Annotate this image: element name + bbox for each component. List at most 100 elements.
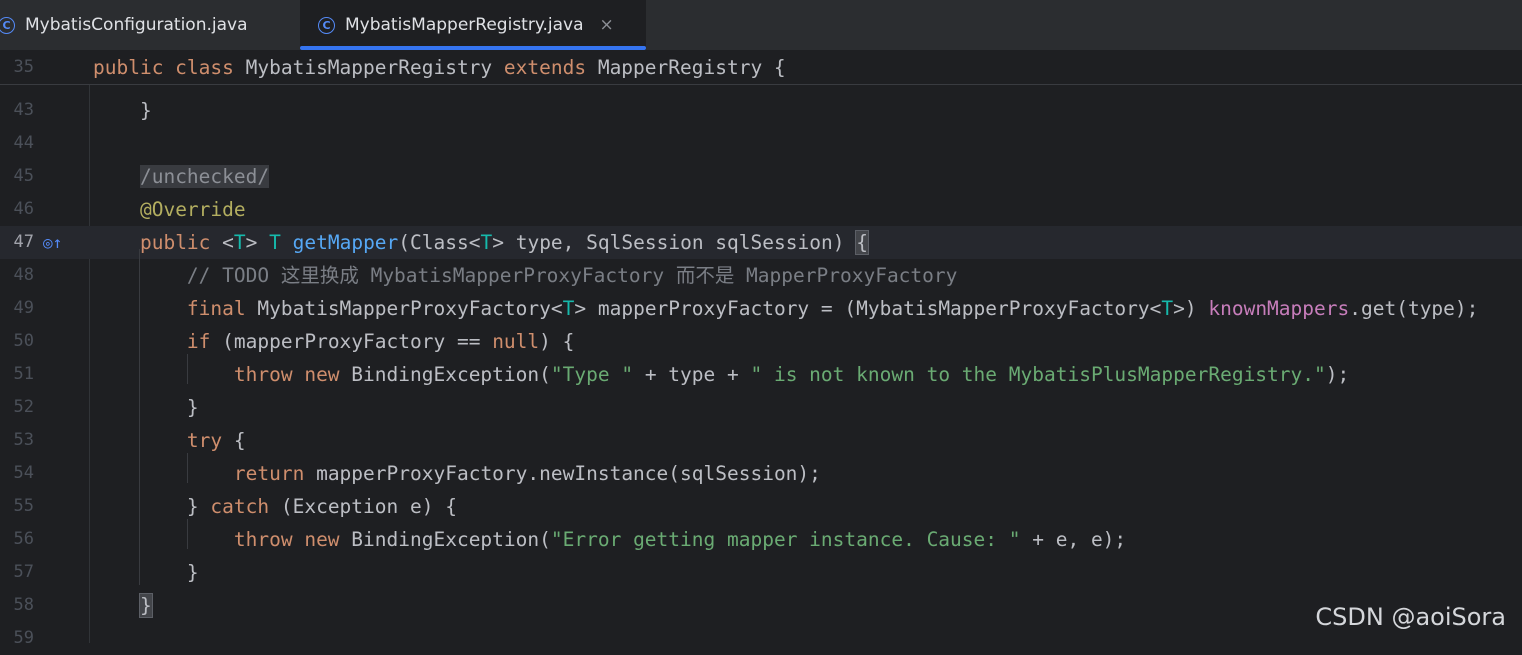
code-token: /unchecked/ [139,165,270,188]
code-line[interactable]: 55 } catch (Exception e) { [0,490,1522,523]
code-token: mapperProxyFactory.newInstance(sqlSessio… [316,462,821,485]
code-text: } [93,589,153,622]
code-token: { [855,230,869,255]
code-token: .get(type); [1349,297,1479,320]
line-number: 58 [13,595,34,615]
code-token: > type, SqlSession sqlSession) [492,231,857,254]
code-line[interactable]: 54 return mapperProxyFactory.newInstance… [0,457,1522,490]
tab-mybatis-mapper-registry[interactable]: C MybatisMapperRegistry.java × [300,0,646,50]
line-number: 57 [13,562,34,582]
code-token: T [269,231,293,254]
code-line[interactable]: 57 } [0,556,1522,589]
code-token: null [492,330,540,353]
code-token: "Type " [550,363,634,386]
code-line[interactable]: 56 throw new BindingException("Error get… [0,523,1522,556]
editor-tab-bar: C MybatisConfiguration.java C MybatisMap… [0,0,1522,51]
code-token: return [233,462,317,485]
code-text: return mapperProxyFactory.newInstance(sq… [93,457,821,490]
tab-label: MybatisConfiguration.java [25,15,248,35]
code-token: } [93,99,152,122]
code-token: >) [1173,297,1209,320]
java-class-icon: C [318,16,335,34]
line-number: 43 [13,100,34,120]
line-number: 51 [13,364,34,384]
code-text: public <T> T getMapper(Class<T> type, Sq… [93,226,869,259]
code-editor[interactable]: 35 public class MybatisMapperRegistry ext… [0,51,1522,648]
code-token: { [233,429,246,452]
code-token: // TODO 这里换成 MybatisMapperProxyFactory 而… [186,264,958,287]
code-token: throw new [233,363,352,386]
close-tab-icon[interactable]: × [600,15,614,35]
code-token: MybatisMapperRegistry [245,56,504,79]
implements-method-gutter-icon[interactable]: ◎↑ [43,226,62,259]
code-token: "Error getting mapper instance. Cause: " [550,528,1021,551]
code-text: throw new BindingException("Type " + typ… [93,358,1349,391]
code-token: + type + [633,363,751,386]
line-number: 52 [13,397,34,417]
code-token: ); [1325,363,1350,386]
code-token: (mapperProxyFactory == [222,330,493,353]
code-token: } [93,495,211,518]
code-line[interactable]: 52 } [0,391,1522,424]
code-token: (Exception e) { [280,495,457,518]
code-token: if [186,330,223,353]
code-token: ) { [539,330,575,353]
code-line[interactable]: 47 ◎↑ public <T> T getMapper(Class<T> typ… [0,226,1522,259]
code-line[interactable]: 50 if (mapperProxyFactory == null) { [0,325,1522,358]
indent-guide [139,249,140,585]
java-class-icon: C [0,16,15,34]
tab-mybatis-configuration[interactable]: C MybatisConfiguration.java [0,0,298,50]
line-number: 56 [13,529,34,549]
code-token: T [1161,297,1174,320]
code-token: > mapperProxyFactory = (MybatisMapperPro… [574,297,1162,320]
line-number: 45 [13,166,34,186]
code-token: BindingException( [351,363,551,386]
line-number: 50 [13,331,34,351]
code-line[interactable]: 45 /unchecked/ [0,160,1522,193]
code-token: public [139,231,223,254]
indent-guide [187,519,188,549]
code-line[interactable]: 51 throw new BindingException("Type " + … [0,358,1522,391]
code-text: public class MybatisMapperRegistry exten… [93,51,786,84]
line-number: 49 [13,298,34,318]
code-line[interactable]: 44 [0,127,1522,160]
code-line[interactable]: 49 final MybatisMapperProxyFactory<T> ma… [0,292,1522,325]
code-text: @Override [93,193,246,226]
code-token: catch [210,495,281,518]
line-number: 44 [13,133,34,153]
line-number: 59 [13,628,34,648]
code-line[interactable]: 58 } [0,589,1522,622]
code-line[interactable]: 43 } [0,94,1522,127]
code-line[interactable]: 35 public class MybatisMapperRegistry ext… [0,51,1522,85]
code-text: final MybatisMapperProxyFactory<T> mappe… [93,292,1478,325]
code-line[interactable]: 53 try { [0,424,1522,457]
code-token: MybatisMapperProxyFactory< [257,297,563,320]
indent-guide [187,354,188,384]
code-token: T [480,231,493,254]
line-number: 55 [13,496,34,516]
code-text: throw new BindingException("Error gettin… [93,523,1126,556]
code-line[interactable]: 59 [0,622,1522,655]
tab-label: MybatisMapperRegistry.java [345,15,584,35]
code-text: } [93,391,199,424]
code-text: try { [93,424,246,457]
code-token: final [186,297,258,320]
code-token: throw new [233,528,352,551]
line-number: 54 [13,463,34,483]
indent-guide [187,453,188,483]
code-token: " is not known to the MybatisPlusMapperR… [750,363,1326,386]
code-token: T [562,297,575,320]
code-text: } [93,94,152,127]
code-token: T [233,231,246,254]
code-token: > [245,231,270,254]
code-line[interactable]: 46 @Override [0,193,1522,226]
code-line[interactable]: 48 // TODO 这里换成 MybatisMapperProxyFactor… [0,259,1522,292]
code-token: } [138,593,153,618]
code-text: /unchecked/ [93,160,270,193]
